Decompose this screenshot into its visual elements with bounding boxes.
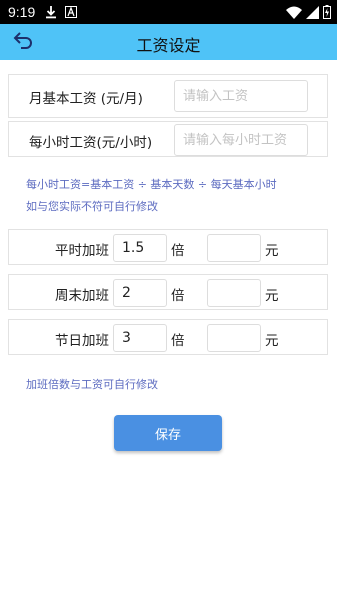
monthly-salary-label: 月基本工资 (元/月) bbox=[29, 91, 143, 107]
overtime-row-weekday: 平时加班 倍 元 bbox=[8, 229, 328, 265]
amount-unit: 元 bbox=[265, 288, 279, 304]
overtime-amount-input[interactable] bbox=[207, 234, 261, 262]
amount-unit: 元 bbox=[265, 333, 279, 349]
status-time: 9:19 bbox=[8, 4, 36, 20]
page-title: 工资设定 bbox=[136, 36, 201, 55]
overtime-hint: 加班倍数与工资可自行修改 bbox=[26, 378, 158, 391]
overtime-label: 节日加班 bbox=[55, 333, 109, 349]
multiplier-unit: 倍 bbox=[171, 288, 185, 304]
overtime-row-holiday: 节日加班 倍 元 bbox=[8, 319, 328, 355]
amount-unit: 元 bbox=[265, 243, 279, 259]
overtime-multiplier-input[interactable] bbox=[113, 324, 167, 352]
overtime-amount-input[interactable] bbox=[207, 279, 261, 307]
overtime-label: 平时加班 bbox=[55, 243, 109, 259]
hourly-salary-label: 每小时工资(元/小时) bbox=[29, 135, 153, 151]
overtime-amount-input[interactable] bbox=[207, 324, 261, 352]
hourly-formula-hint: 每小时工资=基本工资 ÷ 基本天数 ÷ 每天基本小时 bbox=[26, 178, 277, 191]
a-icon bbox=[64, 4, 78, 20]
modify-hint: 如与您实际不符可自行修改 bbox=[26, 200, 158, 213]
monthly-salary-input[interactable] bbox=[174, 80, 308, 112]
hourly-salary-row: 每小时工资(元/小时) bbox=[8, 121, 328, 157]
wifi-icon bbox=[285, 4, 303, 20]
monthly-salary-row: 月基本工资 (元/月) bbox=[8, 74, 328, 118]
save-button[interactable]: 保存 bbox=[114, 415, 222, 451]
overtime-row-weekend: 周末加班 倍 元 bbox=[8, 274, 328, 310]
multiplier-unit: 倍 bbox=[171, 333, 185, 349]
status-bar: 9:19 bbox=[0, 0, 337, 24]
signal-icon bbox=[305, 4, 319, 20]
multiplier-unit: 倍 bbox=[171, 243, 185, 259]
battery-icon bbox=[322, 4, 332, 20]
app-header: 工资设定 bbox=[0, 24, 337, 60]
download-icon bbox=[44, 4, 58, 20]
overtime-multiplier-input[interactable] bbox=[113, 279, 167, 307]
overtime-multiplier-input[interactable] bbox=[113, 234, 167, 262]
hourly-salary-input[interactable] bbox=[174, 124, 308, 156]
overtime-label: 周末加班 bbox=[55, 288, 109, 304]
